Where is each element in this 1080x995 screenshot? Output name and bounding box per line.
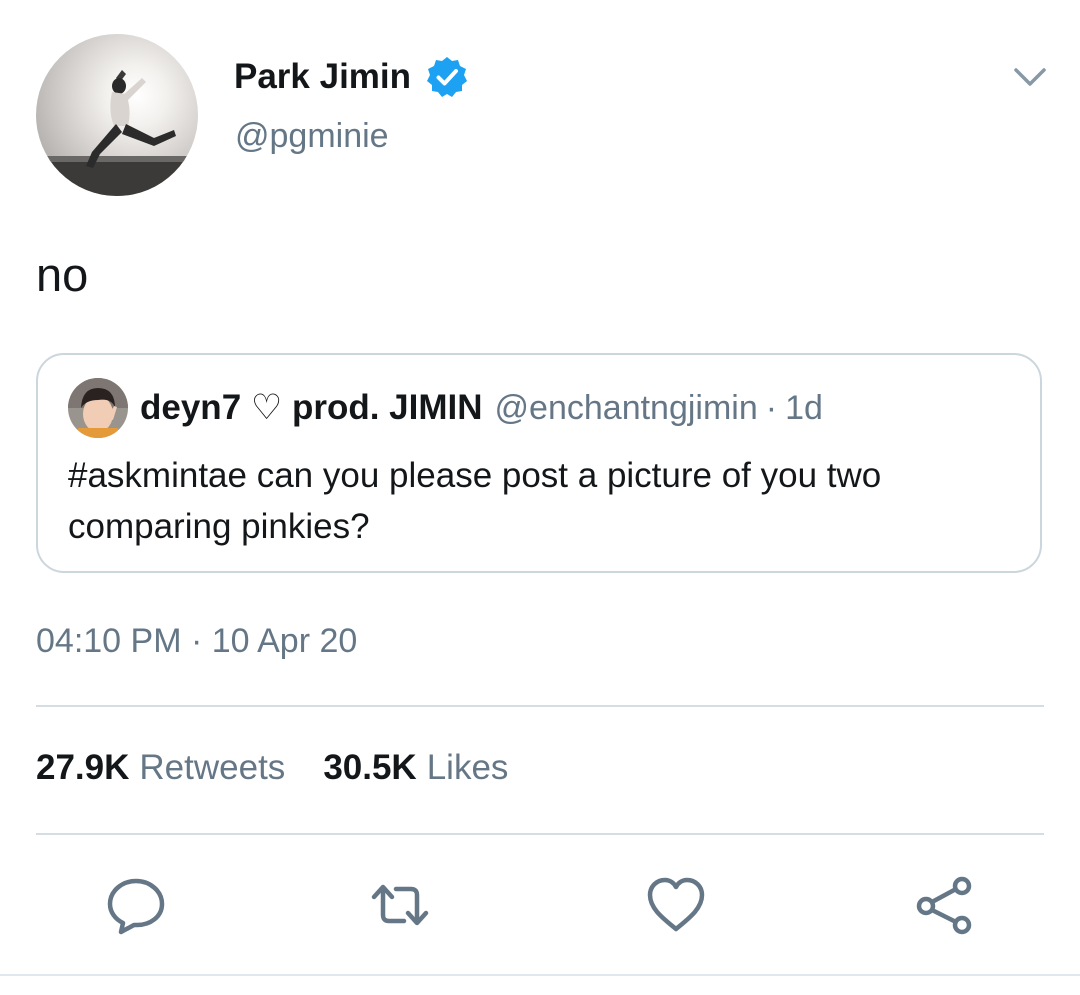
quoted-tweet[interactable]: deyn7 ♡ prod. JIMIN @enchantngjimin · 1d… <box>36 353 1042 573</box>
tweet-text: no <box>36 248 89 301</box>
share-icon[interactable] <box>912 873 976 937</box>
retweets-count: 27.9K <box>36 748 130 787</box>
tweet-stats: 27.9K Retweets 30.5K Likes <box>36 748 546 788</box>
likes-stat[interactable]: 30.5K Likes <box>323 748 508 788</box>
author-avatar[interactable] <box>36 34 198 196</box>
like-icon[interactable] <box>644 873 708 937</box>
divider <box>36 833 1044 835</box>
quoted-tweet-header: deyn7 ♡ prod. JIMIN @enchantngjimin · 1d <box>68 377 823 439</box>
likes-count: 30.5K <box>323 748 417 787</box>
retweets-label: Retweets <box>139 748 286 787</box>
quoted-author-handle: @enchantngjimin <box>494 388 758 427</box>
quoted-separator: · <box>765 388 778 427</box>
divider <box>36 705 1044 707</box>
quoted-tweet-text: #askmintae can you please post a picture… <box>68 456 882 546</box>
retweets-stat[interactable]: 27.9K Retweets <box>36 748 285 788</box>
author-handle[interactable]: @pgminie <box>235 117 389 156</box>
quoted-author-avatar <box>68 378 128 438</box>
author-display-name[interactable]: Park Jimin <box>234 57 411 97</box>
author-name-row: Park Jimin <box>234 52 469 102</box>
bottom-divider <box>0 974 1080 976</box>
likes-label: Likes <box>426 748 509 787</box>
reply-icon[interactable] <box>104 873 168 937</box>
chevron-down-icon[interactable] <box>1012 62 1048 92</box>
verified-badge-icon <box>425 55 469 99</box>
tweet-card: Park Jimin @pgminie no deyn7 ♡ prod. JIM… <box>0 0 1080 995</box>
quoted-author-name: deyn7 ♡ prod. JIMIN <box>140 388 483 427</box>
tweet-timestamp: 04:10 PM · 10 Apr 20 <box>36 622 358 660</box>
retweet-icon[interactable] <box>368 873 432 937</box>
quoted-time: 1d <box>785 388 823 427</box>
